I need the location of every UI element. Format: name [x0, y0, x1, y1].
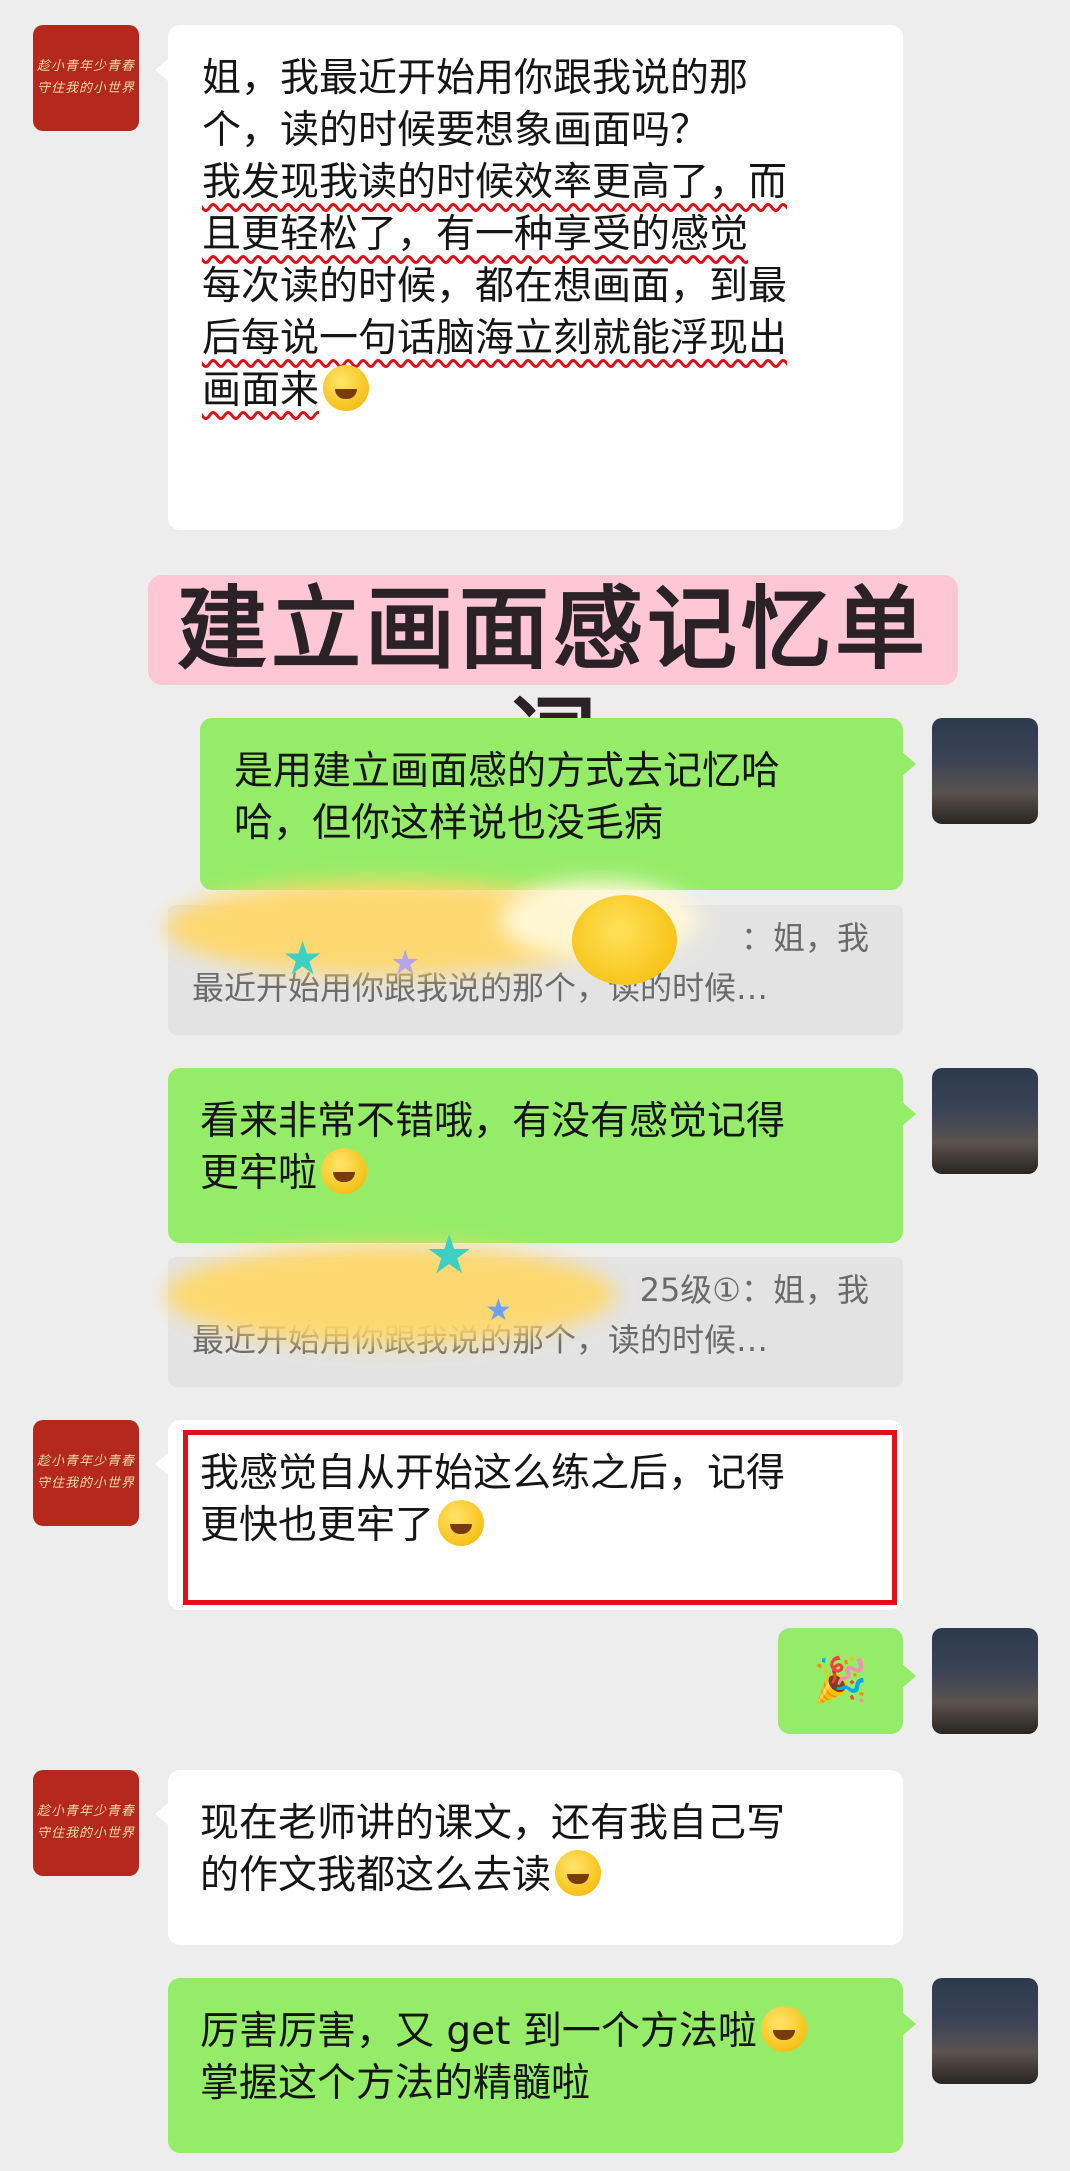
bubble-tail: [155, 1452, 169, 1476]
star-icon: ★: [425, 1223, 474, 1286]
message-text: 更牢啦: [200, 1151, 318, 1196]
bubble-tail: [902, 1664, 916, 1688]
message-bubble[interactable]: 厉害厉害，又 get 到一个方法啦 掌握这个方法的精髓啦: [168, 1978, 903, 2153]
message-text: 后每说一句话脑海立刻就能浮现出: [202, 316, 788, 361]
avatar-text: 守住我的小世界: [36, 1826, 135, 1841]
message-bubble[interactable]: 是用建立画面感的方式去记忆哈 哈，但你这样说也没毛病: [200, 718, 903, 890]
message-bubble[interactable]: 现在老师讲的课文，还有我自己写 的作文我都这么去读: [168, 1770, 903, 1945]
bubble-tail: [155, 58, 169, 82]
party-popper-icon: 🎉: [813, 1655, 868, 1706]
bubble-tail: [155, 1802, 169, 1826]
message-text: 掌握这个方法的精髓啦: [200, 2061, 591, 2106]
bubble-tail: [902, 1102, 916, 1126]
self-avatar[interactable]: [932, 1068, 1038, 1174]
avatar-text: 守住我的小世界: [36, 1476, 135, 1491]
message-text: 姐，我最近开始用你跟我说的那: [202, 56, 749, 101]
bubble-tail: [902, 2012, 916, 2036]
bubble-tail: [902, 752, 916, 776]
message-bubble[interactable]: 看来非常不错哦，有没有感觉记得 更牢啦: [168, 1068, 903, 1243]
grin-emoji-icon: [555, 1850, 602, 1896]
grin-emoji-icon: [323, 365, 370, 411]
message-text: 我发现我读的时候效率更高了，而: [202, 160, 788, 205]
thinking-emoji-icon: [321, 1148, 368, 1194]
avatar-text: 趁小青年少青春: [36, 1454, 135, 1469]
contact-avatar[interactable]: 趁小青年少青春 守住我的小世界: [33, 1770, 139, 1876]
contact-avatar[interactable]: 趁小青年少青春 守住我的小世界: [33, 25, 139, 131]
message-bubble[interactable]: 姐，我最近开始用你跟我说的那 个，读的时候要想象画面吗？ 我发现我读的时候效率更…: [168, 25, 903, 530]
message-text: 是用建立画面感的方式去记忆哈: [234, 749, 781, 794]
message-text: 个，读的时候要想象画面吗？: [202, 108, 710, 153]
message-text: 且更轻松了，有一种享受的感觉: [202, 212, 749, 257]
overlay-heading: 建立画面感记忆单词: [148, 575, 958, 792]
sticker-face-icon: [572, 895, 677, 985]
highlight-box: [183, 1430, 897, 1605]
message-text: 哈，但你这样说也没毛病: [234, 801, 664, 846]
message-text: 现在老师讲的课文，还有我自己写: [200, 1801, 786, 1846]
self-avatar[interactable]: [932, 1978, 1038, 2084]
privacy-blur: [165, 1245, 615, 1345]
smirk-emoji-icon: [760, 2006, 807, 2052]
contact-avatar[interactable]: 趁小青年少青春 守住我的小世界: [33, 1420, 139, 1526]
message-text: 画面来: [202, 368, 320, 413]
self-avatar[interactable]: [932, 718, 1038, 824]
avatar-text: 趁小青年少青春: [36, 59, 135, 74]
star-icon: ★: [282, 931, 324, 985]
message-bubble[interactable]: 🎉: [778, 1628, 903, 1734]
avatar-text: 趁小青年少青春: [36, 1804, 135, 1819]
message-text: 看来非常不错哦，有没有感觉记得: [200, 1099, 786, 1144]
avatar-text: 守住我的小世界: [36, 81, 135, 96]
self-avatar[interactable]: [932, 1628, 1038, 1734]
message-text: 厉害厉害，又 get 到一个方法啦: [200, 2009, 757, 2054]
message-text: 每次读的时候，都在想画面，到最: [202, 264, 788, 309]
star-icon: ★: [390, 943, 421, 983]
star-icon: ★: [485, 1293, 512, 1328]
message-text: 的作文我都这么去读: [200, 1853, 552, 1898]
